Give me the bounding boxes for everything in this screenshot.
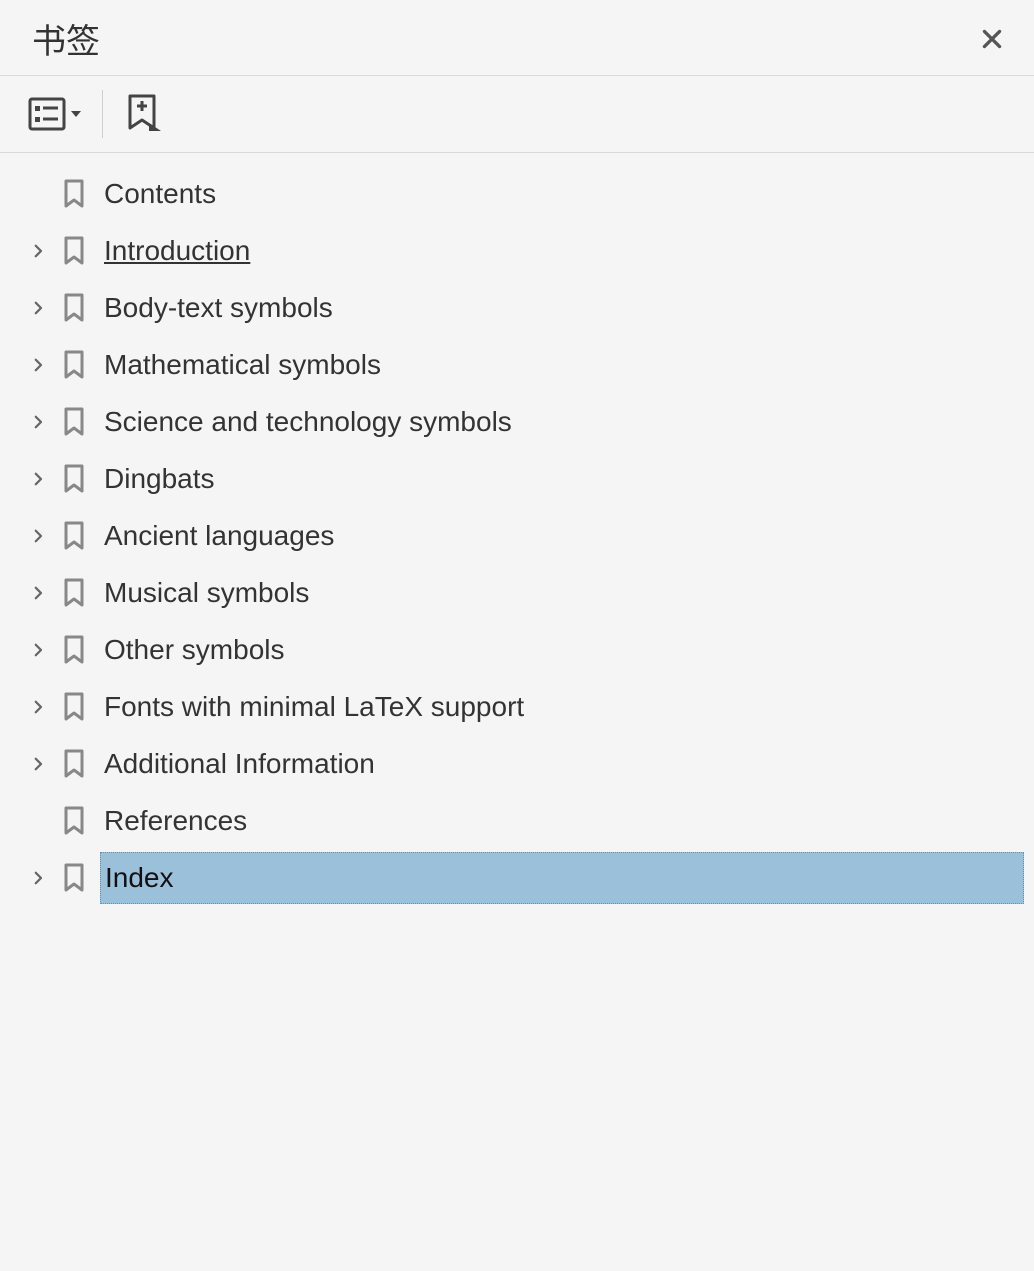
bookmark-label-wrap[interactable]: Ancient languages	[100, 507, 1024, 564]
bookmark-label[interactable]: Mathematical symbols	[104, 349, 381, 381]
list-options-icon	[28, 97, 66, 131]
bookmark-icon	[56, 233, 92, 269]
bookmark-row[interactable]: Science and technology symbols	[0, 393, 1034, 450]
bookmark-label[interactable]: Science and technology symbols	[104, 406, 512, 438]
bookmarks-panel: 书签 ContentsIntroductionBody-t	[0, 0, 1034, 906]
bookmark-row[interactable]: Additional Information	[0, 735, 1034, 792]
bookmark-label[interactable]: References	[104, 805, 247, 837]
bookmark-icon	[56, 518, 92, 554]
bookmark-label-wrap[interactable]: Body-text symbols	[100, 279, 1024, 336]
expand-chevron-icon[interactable]	[20, 347, 56, 383]
bookmark-label[interactable]: Contents	[104, 178, 216, 210]
bookmark-row[interactable]: Mathematical symbols	[0, 336, 1034, 393]
expand-chevron-icon[interactable]	[20, 860, 56, 896]
bookmark-row[interactable]: Other symbols	[0, 621, 1034, 678]
bookmark-row[interactable]: Ancient languages	[0, 507, 1034, 564]
expand-chevron-icon	[20, 803, 56, 839]
expand-chevron-icon[interactable]	[20, 575, 56, 611]
bookmark-label-wrap[interactable]: Additional Information	[100, 735, 1024, 792]
expand-chevron-icon[interactable]	[20, 233, 56, 269]
bookmark-row[interactable]: Dingbats	[0, 450, 1034, 507]
bookmark-label-wrap[interactable]: Contents	[100, 165, 1024, 222]
expand-chevron-icon	[20, 176, 56, 212]
bookmark-row[interactable]: Index	[0, 849, 1034, 906]
expand-chevron-icon[interactable]	[20, 404, 56, 440]
panel-toolbar	[0, 76, 1034, 153]
bookmark-icon	[56, 404, 92, 440]
bookmark-label-wrap[interactable]: Dingbats	[100, 450, 1024, 507]
bookmark-label[interactable]: Additional Information	[104, 748, 375, 780]
bookmark-icon	[56, 290, 92, 326]
bookmark-icon	[56, 575, 92, 611]
bookmark-label[interactable]: Introduction	[104, 235, 250, 267]
close-button[interactable]	[972, 19, 1012, 59]
bookmark-label-wrap[interactable]: Mathematical symbols	[100, 336, 1024, 393]
expand-chevron-icon[interactable]	[20, 290, 56, 326]
bookmark-icon	[56, 746, 92, 782]
bookmark-icon	[56, 860, 92, 896]
bookmark-label-wrap[interactable]: Science and technology symbols	[100, 393, 1024, 450]
bookmark-label[interactable]: Other symbols	[104, 634, 285, 666]
bookmark-icon	[56, 803, 92, 839]
bookmark-label[interactable]: Fonts with minimal LaTeX support	[104, 691, 524, 723]
expand-chevron-icon[interactable]	[20, 746, 56, 782]
expand-chevron-icon[interactable]	[20, 632, 56, 668]
toolbar-separator	[102, 90, 103, 138]
bookmark-row[interactable]: Body-text symbols	[0, 279, 1034, 336]
bookmark-row[interactable]: Musical symbols	[0, 564, 1034, 621]
bookmark-label[interactable]: Index	[105, 862, 174, 894]
bookmark-icon	[56, 176, 92, 212]
panel-header: 书签	[0, 0, 1034, 76]
bookmark-row[interactable]: References	[0, 792, 1034, 849]
options-button[interactable]	[28, 97, 82, 131]
find-bookmark-button[interactable]	[123, 93, 161, 135]
dropdown-caret-icon	[70, 108, 82, 120]
bookmark-label-wrap[interactable]: Index	[100, 852, 1024, 904]
bookmark-locate-icon	[123, 93, 161, 135]
bookmark-icon	[56, 347, 92, 383]
expand-chevron-icon[interactable]	[20, 461, 56, 497]
bookmark-icon	[56, 689, 92, 725]
close-icon	[979, 26, 1005, 52]
bookmark-tree: Contents Introduction Body-text symbols Mat…	[0, 153, 1034, 906]
bookmark-row[interactable]: Contents	[0, 165, 1034, 222]
bookmark-label[interactable]: Body-text symbols	[104, 292, 333, 324]
bookmark-label[interactable]: Dingbats	[104, 463, 215, 495]
bookmark-label[interactable]: Musical symbols	[104, 577, 309, 609]
bookmark-label-wrap[interactable]: Musical symbols	[100, 564, 1024, 621]
bookmark-label-wrap[interactable]: Introduction	[100, 222, 1024, 279]
expand-chevron-icon[interactable]	[20, 689, 56, 725]
bookmark-label-wrap[interactable]: Fonts with minimal LaTeX support	[100, 678, 1024, 735]
bookmark-row[interactable]: Fonts with minimal LaTeX support	[0, 678, 1034, 735]
expand-chevron-icon[interactable]	[20, 518, 56, 554]
bookmark-icon	[56, 461, 92, 497]
bookmark-icon	[56, 632, 92, 668]
panel-title: 书签	[32, 14, 100, 63]
bookmark-label-wrap[interactable]: References	[100, 792, 1024, 849]
bookmark-label-wrap[interactable]: Other symbols	[100, 621, 1024, 678]
bookmark-label[interactable]: Ancient languages	[104, 520, 334, 552]
bookmark-row[interactable]: Introduction	[0, 222, 1034, 279]
